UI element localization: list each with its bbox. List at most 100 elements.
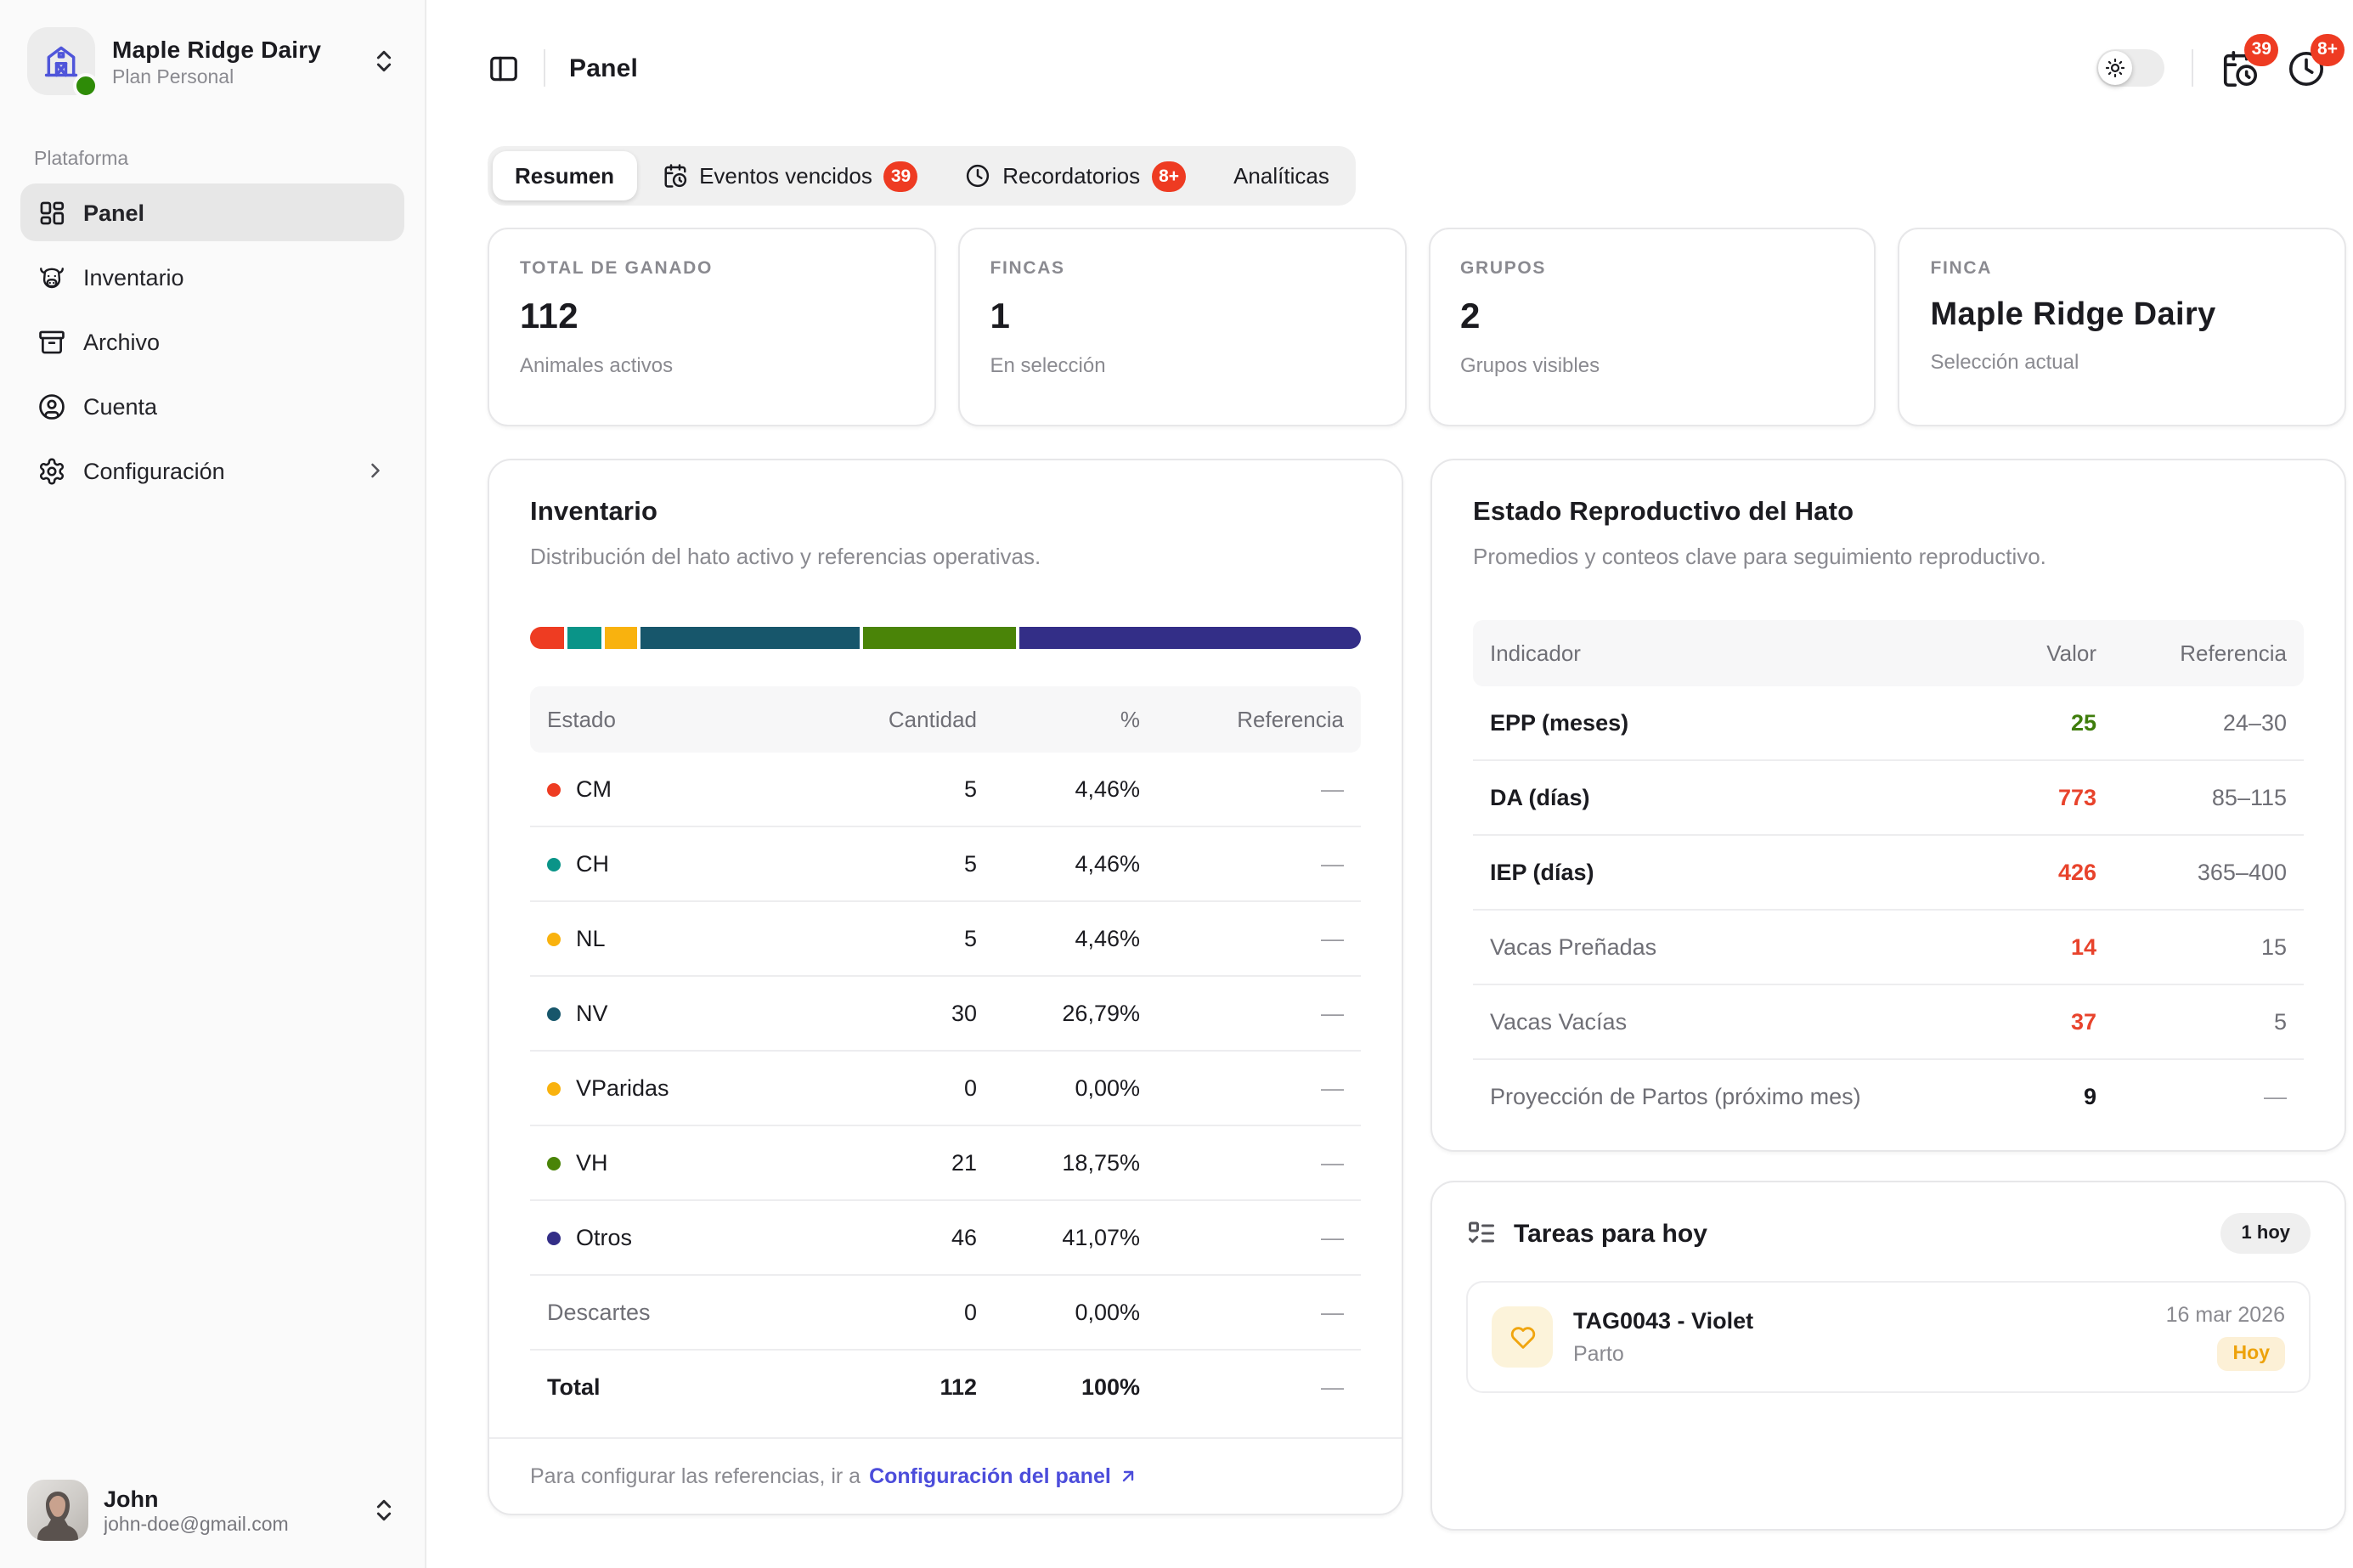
status-dot — [547, 1231, 561, 1244]
inventario-table: Estado Cantidad % Referencia CM 5 4,46% … — [530, 686, 1361, 1424]
reminders-button[interactable]: 8+ — [2287, 48, 2326, 87]
cantidad-value: 0 — [827, 1300, 977, 1325]
table-row: VParidas 0 0,00% — — [530, 1052, 1361, 1126]
panel-config-link[interactable]: Configuración del panel — [869, 1464, 1138, 1488]
estado-label: CM — [576, 776, 612, 802]
footer-text: Para configurar las referencias, ir a — [530, 1464, 861, 1488]
pct-value: 0,00% — [977, 1300, 1140, 1325]
estado-label: VH — [576, 1150, 608, 1176]
sidebar-item-cuenta[interactable]: Cuenta — [20, 377, 404, 435]
ref-value: — — [1140, 1001, 1344, 1026]
indicador-label: Vacas Vacías — [1490, 1009, 1940, 1035]
cantidad-value: 112 — [827, 1374, 977, 1400]
indicador-label: Vacas Preñadas — [1490, 934, 1940, 960]
user-menu[interactable]: John john-doe@gmail.com — [20, 1473, 404, 1548]
tabbar: Resumen Eventos vencidos 39 Recordator — [488, 146, 1357, 206]
stat-value: 1 — [990, 297, 1374, 338]
avatar-photo — [32, 1488, 83, 1541]
col-pct: % — [977, 707, 1140, 732]
org-avatar — [27, 27, 95, 95]
stat-sub: Selección actual — [1931, 350, 2315, 374]
ref-value: — — [1140, 851, 1344, 877]
dashboard-icon — [37, 198, 66, 227]
indicador-label: Proyección de Partos (próximo mes) — [1490, 1084, 1940, 1109]
sidebar-item-archivo[interactable]: Archivo — [20, 313, 404, 370]
estado-label: NV — [576, 1001, 608, 1026]
barn-icon — [42, 42, 80, 80]
ref-value: — — [1140, 776, 1344, 802]
indicador-label: DA (días) — [1490, 785, 1940, 810]
sidebar-nav: Panel Inventario Archivo — [20, 183, 404, 499]
repro-card: Estado Reproductivo del Hato Promedios y… — [1430, 459, 2346, 1152]
theme-toggle[interactable] — [2096, 49, 2164, 87]
ref-value: — — [1140, 1150, 1344, 1176]
task-date: 16 mar 2026 — [2166, 1303, 2285, 1327]
tab-label: Analíticas — [1233, 163, 1329, 189]
col-estado: Estado — [547, 707, 827, 732]
col-referencia: Referencia — [2096, 640, 2287, 666]
cantidad-value: 5 — [827, 776, 977, 802]
tab-eventos-vencidos[interactable]: Eventos vencidos 39 — [640, 151, 940, 200]
valor-value: 37 — [1940, 1009, 2096, 1035]
cantidad-value: 5 — [827, 851, 977, 877]
status-dot — [547, 1081, 561, 1095]
col-indicador: Indicador — [1490, 640, 1940, 666]
todo-list-icon — [1466, 1218, 1497, 1249]
pct-value: 4,46% — [977, 926, 1140, 951]
table-row: Proyección de Partos (próximo mes) 9 — — [1473, 1060, 2304, 1133]
theme-toggle-thumb — [2098, 51, 2132, 85]
sidebar-item-panel[interactable]: Panel — [20, 183, 404, 241]
tasks-title: Tareas para hoy — [1514, 1219, 1707, 1248]
chevrons-up-down-icon — [370, 48, 398, 75]
external-link-icon — [1118, 1466, 1138, 1486]
repro-subtitle: Promedios y conteos clave para seguimien… — [1473, 544, 2304, 569]
herd-distribution-bar — [530, 627, 1361, 649]
ref-value: 85–115 — [2096, 785, 2287, 810]
sidebar-item-label: Panel — [83, 200, 144, 225]
ref-value: — — [2096, 1084, 2287, 1109]
repro-table-header: Indicador Valor Referencia — [1473, 620, 2304, 686]
sidebar-item-configuracion[interactable]: Configuración — [20, 442, 404, 499]
tab-resumen[interactable]: Resumen — [493, 151, 636, 200]
ref-value: — — [1140, 926, 1344, 951]
overdue-events-button[interactable]: 39 — [2220, 48, 2260, 87]
ref-value: 15 — [2096, 934, 2287, 960]
inventario-subtitle: Distribución del hato activo y referenci… — [530, 544, 1361, 569]
inventario-title: Inventario — [530, 498, 1361, 528]
sidebar: Maple Ridge Dairy Plan Personal Platafor… — [0, 0, 426, 1568]
stat-label: FINCA — [1931, 258, 2315, 279]
stat-value: Maple Ridge Dairy — [1931, 297, 2315, 335]
table-row: NL 5 4,46% — — [530, 902, 1361, 977]
tab-analiticas[interactable]: Analíticas — [1211, 151, 1351, 200]
tab-recordatorios[interactable]: Recordatorios 8+ — [943, 151, 1208, 200]
cantidad-value: 46 — [827, 1225, 977, 1250]
stat-value: 112 — [520, 297, 904, 338]
ref-value: 24–30 — [2096, 710, 2287, 736]
cow-icon — [37, 262, 66, 291]
pct-value: 26,79% — [977, 1001, 1140, 1026]
table-row: Vacas Preñadas 14 15 — [1473, 911, 2304, 985]
stat-cards: TOTAL DE GANADO 112 Animales activos FIN… — [488, 228, 2346, 426]
table-row: EPP (meses) 25 24–30 — [1473, 686, 2304, 761]
task-item[interactable]: TAG0043 - Violet Parto 16 mar 2026 Hoy — [1466, 1281, 2311, 1393]
sidebar-toggle-button[interactable] — [488, 52, 520, 84]
valor-value: 25 — [1940, 710, 2096, 736]
stat-label: GRUPOS — [1460, 258, 1844, 279]
sidebar-item-label: Archivo — [83, 329, 160, 354]
cantidad-value: 21 — [827, 1150, 977, 1176]
sidebar-item-inventario[interactable]: Inventario — [20, 248, 404, 306]
tab-label: Resumen — [515, 163, 614, 189]
valor-value: 9 — [1940, 1084, 2096, 1109]
page-title: Panel — [569, 54, 638, 82]
sidebar-item-label: Configuración — [83, 458, 225, 483]
valor-value: 773 — [1940, 785, 2096, 810]
inventario-footer: Para configurar las referencias, ir a Co… — [489, 1437, 1402, 1514]
stat-value: 2 — [1460, 297, 1844, 338]
inventario-card: Inventario Distribución del hato activo … — [488, 459, 1403, 1515]
org-switcher[interactable]: Maple Ridge Dairy Plan Personal — [20, 24, 404, 99]
divider — [2192, 49, 2193, 87]
table-row: DA (días) 773 85–115 — [1473, 761, 2304, 836]
overdue-count-badge: 39 — [2245, 33, 2278, 65]
main-area: Panel 3 — [426, 0, 2353, 1568]
tasks-card: Tareas para hoy 1 hoy TAG0043 - Violet — [1430, 1181, 2346, 1531]
